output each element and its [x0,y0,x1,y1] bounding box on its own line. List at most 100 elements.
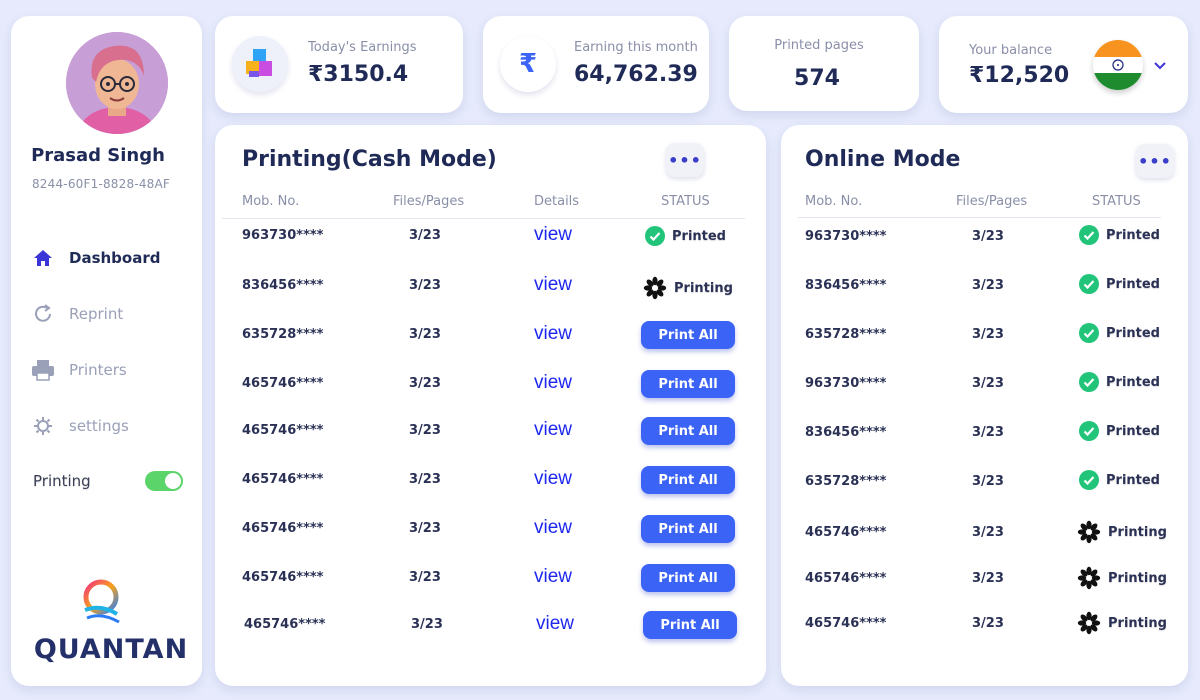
table-row: 465746**** 3/23 Printing [781,610,1188,640]
status-text: Printed [1106,374,1160,390]
view-link[interactable]: view [536,613,574,635]
avatar [66,32,168,134]
nav-label: Printers [69,361,127,379]
status-badge: Printing [1077,520,1167,544]
nav-label: Reprint [69,305,124,323]
stat-card-balance: Your balance ₹12,520 [939,16,1188,113]
printing-toggle-row: Printing [33,468,183,494]
status-text: Printing [1108,615,1167,631]
column-header: Details [534,194,580,209]
view-link[interactable]: view [534,224,572,246]
print-all-button[interactable]: Print All [641,515,735,543]
gear-icon [31,414,55,438]
chevron-down-icon[interactable] [1152,58,1168,74]
stat-label: Today's Earnings [308,40,417,55]
print-all-button[interactable]: Print All [643,611,737,639]
table-row: 465746**** 3/23 view Print All [215,515,766,547]
header-divider [222,218,745,219]
status-text: Printed [1106,423,1160,439]
view-link[interactable]: view [534,372,572,394]
stat-value: 574 [794,66,840,91]
column-header: Mob. No. [242,194,300,209]
status-text: Printed [672,228,726,244]
column-header: Mob. No. [805,194,863,209]
table-row: 635728**** 3/23 view Print All [215,321,766,353]
view-link[interactable]: view [534,419,572,441]
status-badge: Printing [643,276,733,300]
mobile-number: 836456**** [805,278,887,293]
table-row: 836456**** 3/23 Printed [781,421,1188,451]
status-badge: Printed [1079,274,1160,294]
mobile-number: 465746**** [805,525,887,540]
view-link[interactable]: view [534,566,572,588]
rupee-icon: ₹ [500,36,556,92]
stat-card-month: ₹ Earning this month 64,762.39 [483,16,709,113]
stat-value: ₹3150.4 [308,62,409,87]
home-icon [31,246,55,270]
mobile-number: 465746**** [805,571,887,586]
files-pages: 3/23 [972,229,1004,244]
mobile-number: 465746**** [242,521,324,536]
files-pages: 3/23 [972,616,1004,631]
status-badge: Printed [1079,225,1160,245]
files-pages: 3/23 [972,376,1004,391]
print-all-button[interactable]: Print All [641,370,735,398]
spinner-icon [643,276,667,300]
stat-card-today: Today's Earnings ₹3150.4 [215,16,463,113]
view-link[interactable]: view [534,323,572,345]
mobile-number: 635728**** [805,474,887,489]
nav-item-dashboard[interactable]: Dashboard [31,244,191,272]
table-row: 836456**** 3/23 Printed [781,274,1188,304]
view-link[interactable]: view [534,274,572,296]
print-all-button[interactable]: Print All [641,321,735,349]
india-flag-icon[interactable] [1093,40,1143,90]
column-header: Files/Pages [956,194,1028,209]
print-all-button[interactable]: Print All [641,417,735,445]
files-pages: 3/23 [972,278,1004,293]
view-link[interactable]: view [534,468,572,490]
panel-title: Printing(Cash Mode) [242,147,497,172]
table-row: 836456**** 3/23 view Printing [215,274,766,304]
nav-item-printers[interactable]: Printers [31,356,191,384]
status-text: Printing [674,280,733,296]
more-options-button[interactable]: ••• [1136,144,1174,178]
print-all-button[interactable]: Print All [641,564,735,592]
files-pages: 3/23 [409,376,441,391]
files-pages: 3/23 [972,327,1004,342]
mobile-number: 836456**** [805,425,887,440]
table-row: 963730**** 3/23 Printed [781,372,1188,402]
printing-toggle[interactable] [145,471,183,491]
online-mode-panel: Online Mode ••• Mob. No. Files/Pages STA… [781,125,1188,686]
files-pages: 3/23 [972,525,1004,540]
print-all-button[interactable]: Print All [641,466,735,494]
nav-item-reprint[interactable]: Reprint [31,300,191,328]
nav-item-settings[interactable]: settings [31,412,191,440]
stat-value: ₹12,520 [969,63,1070,88]
files-pages: 3/23 [972,571,1004,586]
table-row: 465746**** 3/23 view Print All [215,611,766,643]
status-text: Printed [1106,227,1160,243]
mobile-number: 635728**** [242,327,324,342]
files-pages: 3/23 [409,570,441,585]
mobile-number: 465746**** [805,616,887,631]
mobile-number: 465746**** [242,376,324,391]
table-row: 635728**** 3/23 Printed [781,470,1188,500]
mobile-number: 635728**** [805,327,887,342]
cubes-icon [232,36,288,92]
view-link[interactable]: view [534,517,572,539]
more-options-button[interactable]: ••• [666,143,704,177]
check-circle-icon [1079,421,1099,441]
files-pages: 3/23 [409,327,441,342]
table-row: 465746**** 3/23 Printing [781,519,1188,549]
table-row: 465746**** 3/23 view Print All [215,564,766,596]
table-row: 465746**** 3/23 view Print All [215,417,766,449]
files-pages: 3/23 [409,521,441,536]
status-badge: Printed [1079,470,1160,490]
status-text: Printed [1106,276,1160,292]
toggle-knob [165,473,181,489]
column-header: STATUS [661,194,710,209]
stat-card-pages: Printed pages 574 [729,16,919,111]
user-id: 8244-60F1-8828-48AF [31,177,171,191]
mobile-number: 963730**** [805,229,887,244]
files-pages: 3/23 [972,474,1004,489]
